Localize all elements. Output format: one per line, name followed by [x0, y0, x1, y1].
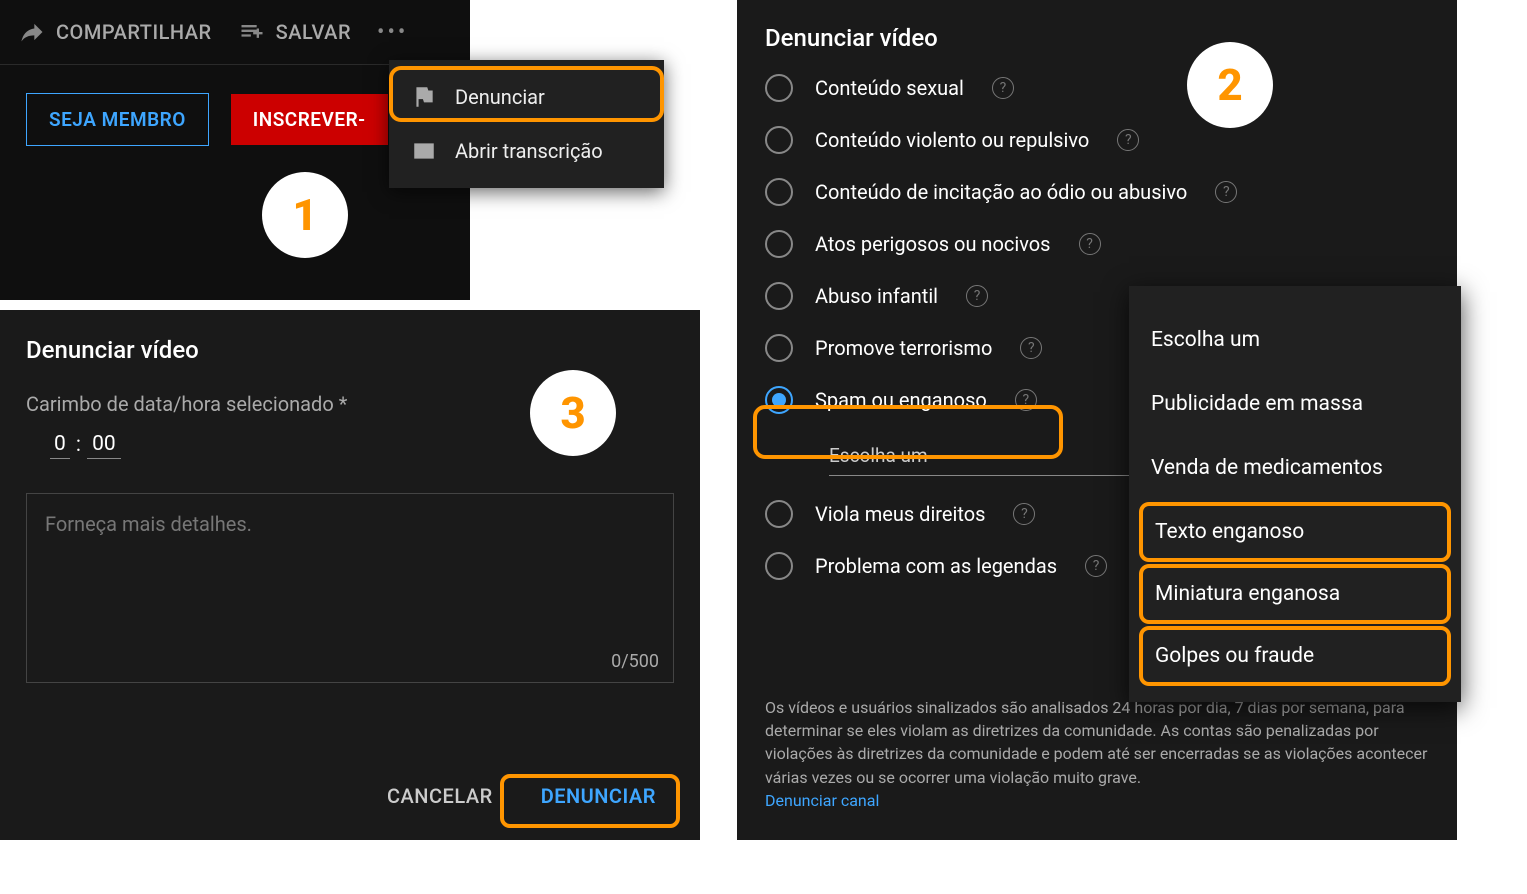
- help-icon[interactable]: ?: [1215, 181, 1237, 203]
- reason-sexual[interactable]: Conteúdo sexual ?: [765, 74, 1429, 102]
- share-button[interactable]: COMPARTILHAR: [18, 18, 212, 46]
- step-badge-2: 2: [1187, 42, 1273, 128]
- reason-label: Conteúdo sexual: [815, 76, 964, 100]
- menu-item-report[interactable]: Denunciar: [389, 70, 664, 124]
- reason-hate[interactable]: Conteúdo de incitação ao ódio ou abusivo…: [765, 178, 1429, 206]
- share-icon: [18, 18, 46, 46]
- subscribe-button[interactable]: INSCREVER-: [231, 94, 388, 145]
- reason-label: Viola meus direitos: [815, 502, 985, 526]
- reason-label: Spam ou enganoso: [815, 388, 987, 412]
- radio-icon: [765, 178, 793, 206]
- reason-dangerous[interactable]: Atos perigosos ou nocivos ?: [765, 230, 1429, 258]
- details-textarea[interactable]: Forneça mais detalhes. 0/500: [26, 493, 674, 683]
- radio-icon: [765, 282, 793, 310]
- report-reasons-title: Denunciar vídeo: [765, 24, 1429, 52]
- timestamp-sec[interactable]: 00: [87, 430, 121, 459]
- cancel-button[interactable]: CANCELAR: [387, 784, 493, 808]
- help-icon[interactable]: ?: [1117, 129, 1139, 151]
- radio-icon-selected: [765, 386, 793, 414]
- panel-step-2: Denunciar vídeo Conteúdo sexual ? Conteú…: [737, 0, 1457, 840]
- help-icon[interactable]: ?: [1085, 555, 1107, 577]
- dropdown-item-scam-fraud[interactable]: Golpes ou fraude: [1139, 626, 1451, 686]
- menu-transcript-label: Abrir transcrição: [455, 139, 603, 163]
- reason-label: Atos perigosos ou nocivos: [815, 232, 1051, 256]
- reason-label: Conteúdo violento ou repulsivo: [815, 128, 1089, 152]
- dropdown-item-pharma[interactable]: Venda de medicamentos: [1129, 436, 1461, 500]
- reason-label: Promove terrorismo: [815, 336, 992, 360]
- subreason-dropdown: Escolha um Publicidade em massa Venda de…: [1129, 286, 1461, 702]
- step-badge-3: 3: [530, 370, 616, 456]
- help-icon[interactable]: ?: [992, 77, 1014, 99]
- step-badge-1: 1: [262, 172, 348, 258]
- radio-icon: [765, 126, 793, 154]
- menu-item-transcript[interactable]: Abrir transcrição: [389, 124, 664, 178]
- reason-label: Problema com as legendas: [815, 554, 1057, 578]
- dialog-actions: CANCELAR DENUNCIAR: [387, 772, 674, 820]
- help-icon[interactable]: ?: [1013, 503, 1035, 525]
- more-actions-button[interactable]: •••: [377, 20, 408, 45]
- radio-icon: [765, 334, 793, 362]
- reason-violent[interactable]: Conteúdo violento ou repulsivo ?: [765, 126, 1429, 154]
- help-icon[interactable]: ?: [966, 285, 988, 307]
- playlist-add-icon: [238, 18, 266, 46]
- help-icon[interactable]: ?: [1079, 233, 1101, 255]
- reason-label: Conteúdo de incitação ao ódio ou abusivo: [815, 180, 1187, 204]
- report-disclaimer: Os vídeos e usuários sinalizados são ana…: [765, 696, 1429, 812]
- report-dialog-title: Denunciar vídeo: [26, 336, 674, 364]
- dropdown-item-mass-ads[interactable]: Publicidade em massa: [1129, 372, 1461, 436]
- details-placeholder: Forneça mais detalhes.: [45, 512, 252, 536]
- radio-icon: [765, 500, 793, 528]
- dropdown-item-misleading-text[interactable]: Texto enganoso: [1139, 502, 1451, 562]
- reason-label: Abuso infantil: [815, 284, 938, 308]
- flag-icon: [411, 84, 437, 110]
- more-actions-menu: Denunciar Abrir transcrição: [389, 60, 664, 188]
- help-icon[interactable]: ?: [1020, 337, 1042, 359]
- menu-report-label: Denunciar: [455, 85, 545, 109]
- submit-report-button[interactable]: DENUNCIAR: [523, 772, 674, 820]
- join-member-button[interactable]: SEJA MEMBRO: [26, 93, 209, 146]
- report-channel-link[interactable]: Denunciar canal: [765, 791, 879, 810]
- save-button[interactable]: SALVAR: [238, 18, 351, 46]
- radio-icon: [765, 230, 793, 258]
- share-label: COMPARTILHAR: [56, 20, 212, 44]
- dropdown-item-misleading-thumb[interactable]: Miniatura enganosa: [1139, 564, 1451, 624]
- char-count: 0/500: [611, 651, 659, 672]
- save-label: SALVAR: [276, 20, 351, 44]
- spam-subreason-select[interactable]: Escolha um: [829, 444, 1129, 476]
- transcript-icon: [411, 138, 437, 164]
- radio-icon: [765, 74, 793, 102]
- panel-step-1: COMPARTILHAR SALVAR ••• SEJA MEMBRO INSC…: [0, 0, 700, 300]
- help-icon[interactable]: ?: [1015, 389, 1037, 411]
- timestamp-min[interactable]: 0: [50, 430, 70, 459]
- dropdown-header: Escolha um: [1129, 308, 1461, 372]
- radio-icon: [765, 552, 793, 580]
